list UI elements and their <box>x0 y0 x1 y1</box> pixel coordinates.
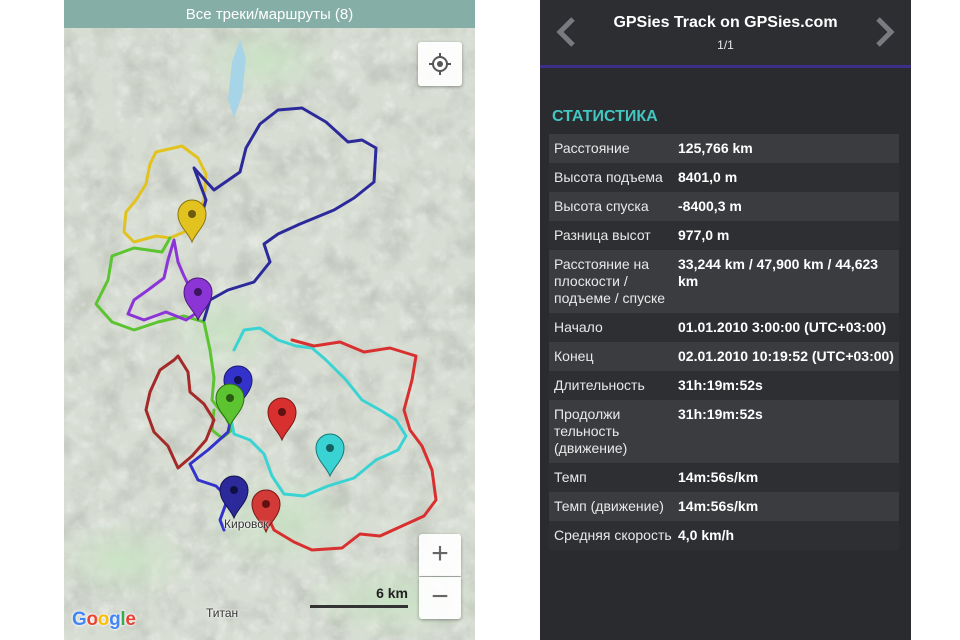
my-location-button[interactable] <box>418 42 462 86</box>
stat-row: Высота спуска -8400,3 m <box>549 192 899 221</box>
stat-value: 8401,0 m <box>678 169 738 185</box>
stat-label: Продолжи тельность (движение) <box>554 406 628 456</box>
map-screen: Все треки/маршруты (8) Кировск Титан + −… <box>64 0 475 640</box>
stat-row: Расстояние 125,766 km <box>549 134 899 163</box>
stat-row: Продолжи тельность (движение) 31h:19m:52s <box>549 400 899 463</box>
stat-value: 125,766 km <box>678 140 753 156</box>
google-logo-letter: G <box>72 609 87 630</box>
scale-bar <box>310 605 408 608</box>
stat-row: Темп 14m:56s/km <box>549 463 899 492</box>
stat-label: Средняя скорость <box>554 527 672 543</box>
page-indicator: 1/1 <box>717 38 734 52</box>
stat-value: 14m:56s/km <box>678 498 759 514</box>
google-logo-letter: g <box>109 609 121 630</box>
stat-value: 31h:19m:52s <box>678 406 763 422</box>
map-title: Все треки/маршруты (8) <box>185 5 354 23</box>
scale-label: 6 km <box>376 585 408 601</box>
next-track-button[interactable] <box>871 14 899 50</box>
google-logo-letter: o <box>86 609 98 630</box>
stat-label: Высота спуска <box>554 198 649 214</box>
stat-row: Начало 01.01.2010 3:00:00 (UTC+03:00) <box>549 313 899 342</box>
stat-label: Разница высот <box>554 227 651 243</box>
zoom-out-button[interactable]: − <box>419 577 461 619</box>
stat-label: Расстояние <box>554 140 630 156</box>
stat-value: 02.01.2010 10:19:52 (UTC+03:00) <box>678 348 894 364</box>
place-label-kirovsk: Кировск <box>224 517 269 531</box>
place-label-titan: Титан <box>206 606 239 620</box>
track-title: GPSies Track on GPSies.com <box>613 14 838 31</box>
stat-row: Средняя скорость 4,0 km/h <box>549 521 899 550</box>
stat-value: 4,0 km/h <box>678 527 735 543</box>
stat-value: -8400,3 m <box>678 198 742 214</box>
stat-label: Начало <box>554 319 603 335</box>
statistics-table: Расстояние 125,766 km Высота подъема 8401,0… <box>549 134 899 550</box>
stat-row: Темп (движение) 14m:56s/km <box>549 492 899 521</box>
stat-value: 31h:19m:52s <box>678 377 763 393</box>
header-divider <box>540 65 911 68</box>
stat-label: Темп (движение) <box>554 498 664 514</box>
stat-label: Темп <box>554 469 587 485</box>
google-logo-letter: o <box>97 609 110 630</box>
stat-row: Расстояние на плоскости / подъеме / спус… <box>549 250 899 313</box>
my-location-icon <box>429 53 451 75</box>
stat-value: 33,244 km / 47,900 km / 44,623 km <box>678 256 879 289</box>
google-logo: Google <box>72 609 136 631</box>
map-header: Все треки/маршруты (8) <box>64 0 475 28</box>
stat-value: 14m:56s/km <box>678 469 759 485</box>
stat-row: Конец 02.01.2010 10:19:52 (UTC+03:00) <box>549 342 899 371</box>
zoom-in-button[interactable]: + <box>419 534 461 576</box>
chevron-right-icon <box>876 17 895 47</box>
stat-row: Длительность 31h:19m:52s <box>549 371 899 400</box>
google-logo-letter: e <box>125 609 136 630</box>
stat-row: Высота подъема 8401,0 m <box>549 163 899 192</box>
stat-label: Расстояние на плоскости / подъеме / спус… <box>554 256 666 306</box>
terrain-map[interactable] <box>64 0 475 640</box>
stat-value: 977,0 m <box>678 227 730 243</box>
stat-label: Высота подъема <box>554 169 663 185</box>
stat-label: Длительность <box>554 377 645 393</box>
stat-row: Разница высот 977,0 m <box>549 221 899 250</box>
stats-screen: GPSies Track on GPSies.com 1/1 СТАТИСТИК… <box>540 0 911 640</box>
stat-label: Конец <box>554 348 594 364</box>
stats-header: GPSies Track on GPSies.com 1/1 <box>540 0 911 65</box>
statistics-section-title: СТАТИСТИКА <box>552 108 658 125</box>
stat-value: 01.01.2010 3:00:00 (UTC+03:00) <box>678 319 887 335</box>
